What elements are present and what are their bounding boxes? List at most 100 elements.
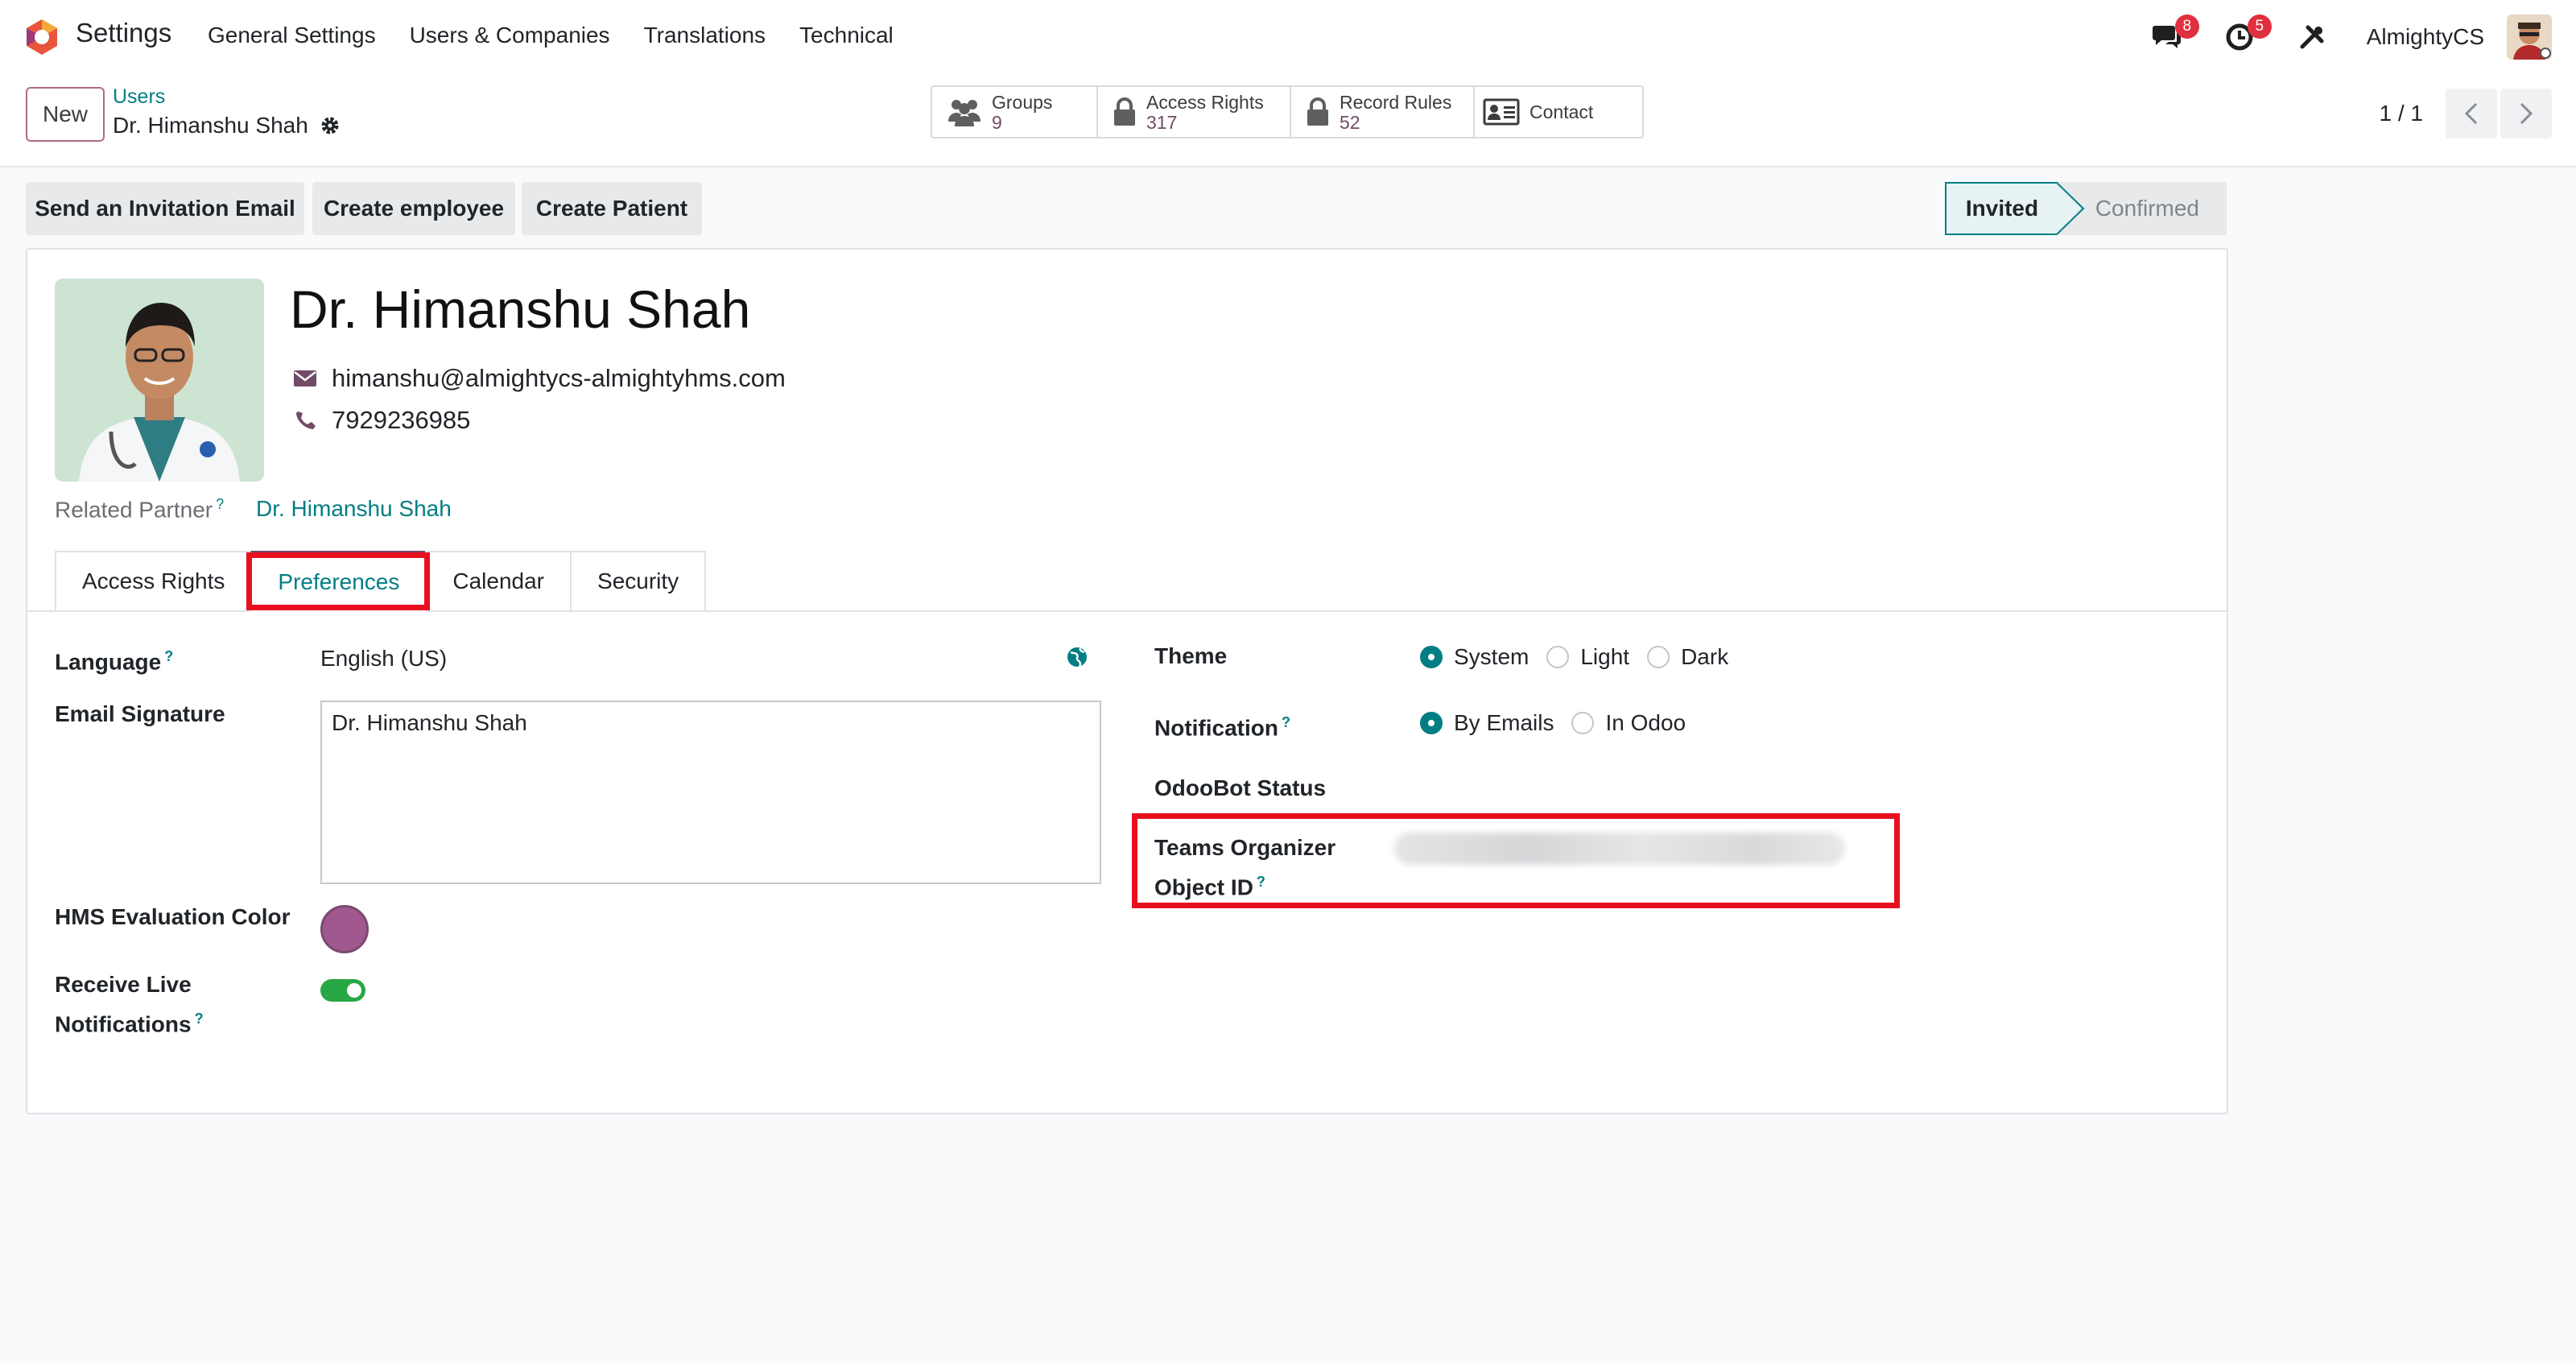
user-name-heading[interactable]: Dr. Himanshu Shah: [290, 279, 750, 340]
gear-icon[interactable]: [320, 115, 341, 136]
receive-live-notifications-toggle[interactable]: [320, 979, 365, 1002]
receive-live-label-line2: Notifications: [55, 1011, 192, 1037]
main-menu: General Settings Users & Companies Trans…: [208, 23, 894, 48]
activities-button[interactable]: 5: [2220, 14, 2272, 56]
control-panel: New Users Dr. Himanshu Shah Groups 9 Acc…: [0, 74, 2576, 167]
email-signature-label: Email Signature: [55, 701, 225, 726]
notification-option-odoo-label: In Odoo: [1605, 710, 1686, 735]
stage-arrow: [2056, 182, 2085, 235]
chevron-left-icon: [2464, 102, 2478, 125]
pager-value[interactable]: 1 / 1: [2380, 101, 2423, 126]
access-rights-label: Access Rights: [1146, 92, 1264, 113]
groups-smart-button[interactable]: Groups 9: [932, 87, 1098, 137]
notification-option-emails-label: By Emails: [1454, 710, 1554, 735]
chevron-right-icon: [2520, 102, 2533, 125]
user-email[interactable]: himanshu@almightycs-almightyhms.com: [332, 364, 786, 393]
theme-option-dark[interactable]: Dark: [1647, 644, 1728, 670]
email-signature-editor[interactable]: Dr. Himanshu Shah: [320, 701, 1101, 884]
form-sheet: Dr. Himanshu Shah himanshu@almightycs-al…: [26, 248, 2228, 1114]
menu-translations[interactable]: Translations: [644, 23, 766, 48]
help-tooltip-icon[interactable]: ?: [216, 496, 224, 512]
notification-label-text: Notification: [1154, 715, 1278, 741]
users-icon: [948, 100, 980, 126]
highlight-preferences-tab: [246, 552, 430, 610]
radio-unselected: [1546, 646, 1570, 668]
stage-invited[interactable]: Invited: [1945, 182, 2085, 235]
menu-general-settings[interactable]: General Settings: [208, 23, 376, 48]
contact-card-icon: [1483, 98, 1520, 126]
lock-icon: [1114, 97, 1135, 126]
breadcrumb-current: Dr. Himanshu Shah: [113, 113, 308, 138]
radio-unselected: [1647, 646, 1670, 668]
email-signature-text: Dr. Himanshu Shah: [332, 710, 527, 735]
pager-next-button[interactable]: [2500, 89, 2552, 138]
theme-option-light[interactable]: Light: [1546, 644, 1629, 670]
pager-previous-button[interactable]: [2446, 89, 2497, 138]
avatar-image: [2507, 14, 2552, 60]
phone-line: 7929236985: [293, 406, 470, 435]
receive-live-label-line1: Receive Live: [55, 972, 192, 997]
notification-radio-group: By Emails In Odoo: [1420, 710, 1703, 736]
top-navbar: Settings General Settings Users & Compan…: [0, 0, 2576, 74]
language-label: Language?: [55, 639, 173, 679]
stage-confirmed-label: Confirmed: [2095, 196, 2199, 221]
debug-tools-button[interactable]: [2293, 18, 2331, 56]
hms-evaluation-color-picker[interactable]: [320, 905, 369, 953]
notification-label: Notification?: [1154, 705, 1290, 745]
highlight-teams-organizer-field: [1132, 813, 1900, 908]
tab-security[interactable]: Security: [570, 551, 707, 612]
radio-unselected: [1571, 712, 1595, 734]
access-rights-count: 317: [1146, 112, 1178, 133]
record-rules-count: 52: [1340, 112, 1360, 133]
menu-technical[interactable]: Technical: [799, 23, 894, 48]
related-partner-label-text: Related Partner: [55, 497, 213, 523]
radio-selected: [1420, 646, 1443, 668]
groups-label: Groups: [992, 92, 1053, 113]
related-partner-link[interactable]: Dr. Himanshu Shah: [256, 496, 452, 522]
record-rules-smart-button[interactable]: Record Rules 52: [1291, 87, 1475, 137]
new-button[interactable]: New: [26, 87, 105, 142]
tools-icon: [2300, 25, 2324, 49]
email-line: himanshu@almightycs-almightyhms.com: [293, 364, 786, 393]
theme-radio-group: System Light Dark: [1420, 644, 1746, 670]
tab-calendar-label: Calendar: [452, 568, 545, 593]
theme-option-light-label: Light: [1580, 644, 1630, 669]
tab-calendar[interactable]: Calendar: [425, 551, 571, 612]
menu-users-companies[interactable]: Users & Companies: [410, 23, 610, 48]
language-label-text: Language: [55, 649, 162, 675]
language-field[interactable]: English (US): [320, 646, 447, 672]
contact-smart-button[interactable]: Contact: [1475, 87, 1642, 137]
notification-option-odoo[interactable]: In Odoo: [1571, 710, 1686, 736]
breadcrumb-users[interactable]: Users: [113, 85, 165, 109]
record-rules-label: Record Rules: [1340, 92, 1452, 113]
messages-button[interactable]: 8: [2148, 14, 2199, 56]
tab-security-label: Security: [597, 568, 679, 593]
pager: 1 / 1: [2380, 89, 2552, 138]
help-tooltip-icon[interactable]: ?: [195, 1011, 204, 1027]
user-phone[interactable]: 7929236985: [332, 406, 470, 435]
globe-icon[interactable]: [1066, 646, 1088, 668]
groups-count: 9: [992, 112, 1002, 133]
user-photo[interactable]: [55, 279, 264, 482]
related-partner-label: Related Partner?: [55, 496, 224, 523]
envelope-icon: [294, 370, 316, 386]
theme-label: Theme: [1154, 643, 1228, 668]
send-invitation-email-button[interactable]: Send an Invitation Email: [26, 182, 304, 235]
company-name[interactable]: AlmightyCS: [2367, 24, 2484, 50]
access-rights-smart-button[interactable]: Access Rights 317: [1098, 87, 1291, 137]
odoo-app-logo-icon[interactable]: [23, 18, 61, 56]
activities-badge: 5: [2247, 14, 2272, 39]
user-avatar[interactable]: [2507, 14, 2552, 60]
tab-access-rights[interactable]: Access Rights: [55, 551, 251, 612]
app-name[interactable]: Settings: [76, 18, 171, 48]
create-employee-button[interactable]: Create employee: [312, 182, 515, 235]
notification-option-emails[interactable]: By Emails: [1420, 710, 1554, 736]
help-tooltip-icon[interactable]: ?: [164, 648, 173, 664]
create-patient-button[interactable]: Create Patient: [522, 182, 702, 235]
doctor-photo-image: [55, 279, 264, 482]
help-tooltip-icon[interactable]: ?: [1282, 714, 1290, 730]
theme-option-system[interactable]: System: [1420, 644, 1529, 670]
hms-evaluation-color-label: HMS Evaluation Color: [55, 904, 291, 929]
lock-icon: [1307, 97, 1328, 126]
theme-option-system-label: System: [1454, 644, 1530, 669]
